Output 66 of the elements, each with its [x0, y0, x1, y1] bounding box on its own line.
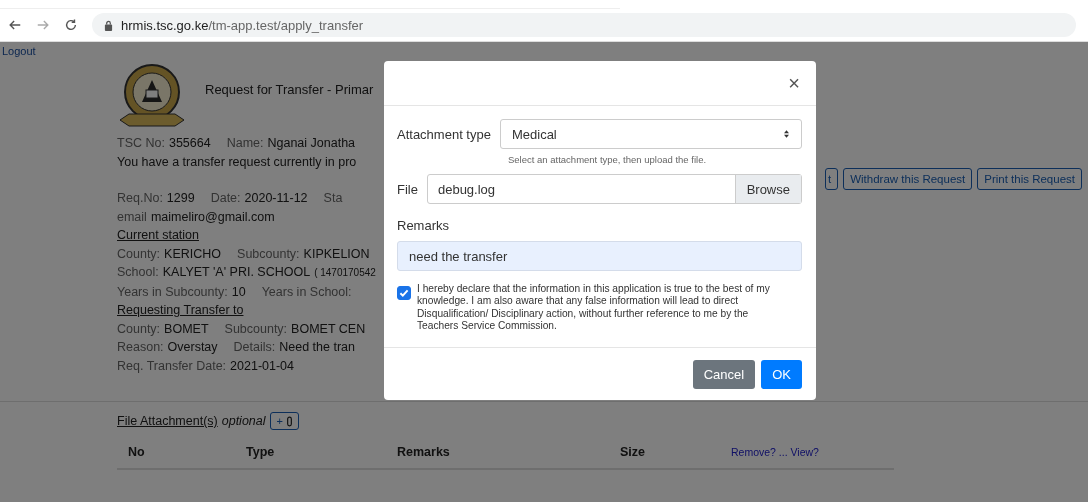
column-header: No: [128, 445, 146, 459]
dialog-button[interactable]: Cancel: [692, 359, 756, 389]
field-value: KIPKELION: [303, 245, 370, 263]
lock-icon: [104, 19, 113, 31]
field-label: Req. Transfer Date:: [117, 357, 227, 375]
field-value: Overstay: [167, 339, 218, 356]
file-input[interactable]: debug.log Browse: [426, 174, 802, 204]
field-label: File: [397, 181, 418, 197]
column-header: Remarks: [397, 445, 451, 459]
dialog-button[interactable]: OK: [761, 359, 802, 389]
add-attachment-button[interactable]: +: [269, 412, 299, 430]
section-heading: Requesting Transfer to: [117, 302, 244, 319]
back-icon[interactable]: [8, 18, 22, 32]
field-label: School:: [117, 264, 159, 281]
address-bar[interactable]: hrmis.tsc.go.ke/tm-app.test/apply_transfer: [92, 13, 1076, 37]
action-button[interactable]: Print this Request: [977, 168, 1082, 190]
field-value: BOMET CEN: [291, 320, 366, 338]
status-message: You have a transfer request currently in pro: [117, 153, 357, 171]
field-label: Remarks: [397, 218, 450, 233]
field-value: 2020-11-12: [244, 190, 308, 207]
column-header: Type: [246, 445, 276, 459]
field-label: County:: [117, 245, 161, 263]
field-value: Need the tran: [279, 339, 355, 356]
field-value: 1299: [166, 190, 195, 207]
field-label: TSC No:: [117, 135, 165, 152]
field-value: KERICHO: [164, 245, 222, 263]
field-value: BOMET: [164, 320, 209, 338]
field-label: Name:: [226, 135, 264, 152]
logout-link[interactable]: Logout: [2, 45, 36, 57]
field-value: maimeliro@gmail.com: [150, 208, 275, 226]
field-value: 10: [231, 283, 246, 301]
help-text: Select an attachment type, then upload the file.: [508, 154, 708, 165]
field-value: Nganai Jonatha: [267, 135, 356, 152]
field-label: Date:: [210, 190, 241, 207]
field-label: Details:: [233, 339, 276, 356]
optional-note: optional: [221, 414, 266, 428]
field-value: 2021-01-04: [230, 357, 295, 375]
field-label: County:: [117, 320, 161, 338]
field-label: Reason:: [117, 339, 164, 356]
reload-icon[interactable]: [64, 18, 78, 32]
column-header: Size: [620, 445, 646, 459]
field-label: Subcounty:: [237, 245, 300, 263]
field-label: Req.No:: [117, 190, 163, 207]
field-label: Years in Subcounty:: [117, 283, 228, 301]
remarks-field[interactable]: need the transfer: [397, 241, 802, 271]
page-title: Request for Transfer - Primar: [205, 82, 374, 97]
remove-view-link[interactable]: Remove? ... View?: [731, 446, 819, 458]
section-heading: Current station: [117, 227, 199, 244]
paperclip-icon: [286, 415, 292, 427]
attachments-heading: File Attachment(s): [117, 414, 218, 428]
close-button[interactable]: ×: [786, 71, 802, 95]
up-down-icon: [783, 129, 790, 139]
field-label: email: [117, 208, 147, 226]
action-button[interactable]: t: [825, 168, 839, 190]
field-label: Attachment type: [397, 126, 491, 142]
field-label: Subcounty:: [224, 320, 288, 338]
field-value: 355664: [168, 135, 211, 152]
action-button[interactable]: Withdraw this Request: [843, 168, 973, 190]
declaration-checkbox[interactable]: [397, 286, 411, 300]
field-label: Years in School:: [261, 283, 352, 301]
field-value: KALYET 'A' PRI. SCHOOL: [162, 264, 311, 281]
field-label: Sta: [323, 190, 343, 207]
browse-button[interactable]: Browse: [734, 175, 801, 203]
declaration-text: I hereby declare that the information in this application is true to the best of my knowledge. I am also aware that any false information will lead to direct Disqualification/ Disciplinary action, without further reference to me by the Teachers Service Commission.: [417, 283, 771, 333]
attachment-type-select[interactable]: Medical: [499, 119, 802, 149]
school-code: ( 1470170542: [314, 266, 376, 280]
